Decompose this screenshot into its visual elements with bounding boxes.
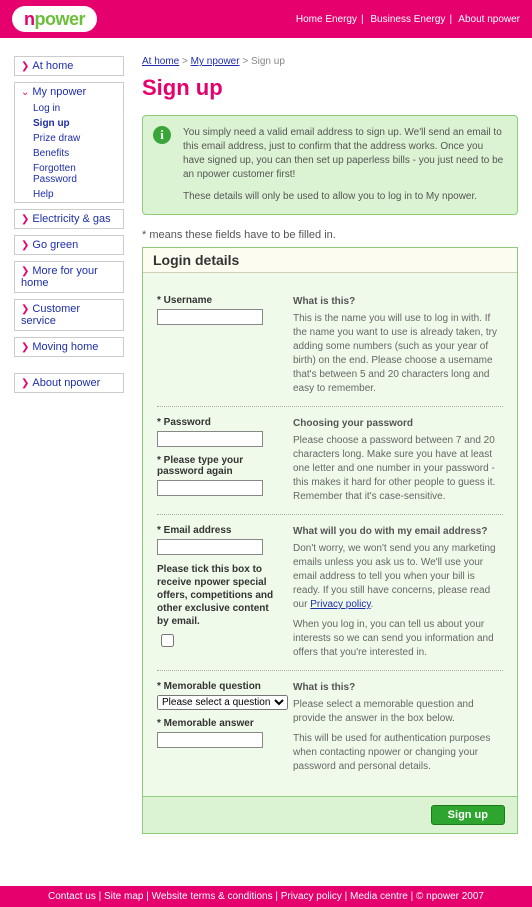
required-note: * means these fields have to be filled i… [142, 229, 518, 241]
question-select[interactable]: Please select a question [157, 695, 288, 710]
info-box: i You simply need a valid email address … [142, 115, 518, 215]
help-password-body: Please choose a password between 7 and 2… [293, 435, 495, 502]
sidebar-sub-help[interactable]: Help [15, 187, 123, 202]
footer-contact[interactable]: Contact us [48, 891, 96, 902]
sidebar-sub-forgot[interactable]: Forgotten Password [15, 161, 123, 187]
sidebar: ❯At home ⌄My npower Log in Sign up Prize… [14, 56, 124, 834]
chevron-icon: ❯ [21, 342, 29, 353]
chevron-icon: ❯ [21, 214, 29, 225]
footer-privacy[interactable]: Privacy policy [281, 891, 342, 902]
nav-business-energy[interactable]: Business Energy [370, 14, 445, 25]
chevron-icon: ❯ [21, 266, 29, 277]
sidebar-item-athome[interactable]: ❯At home [15, 57, 123, 75]
sidebar-item-gogreen[interactable]: ❯Go green [15, 236, 123, 254]
footer-terms[interactable]: Website terms & conditions [152, 891, 273, 902]
signup-button[interactable]: Sign up [431, 805, 505, 825]
chevron-icon: ❯ [21, 378, 29, 389]
nav-home-energy[interactable]: Home Energy [296, 14, 357, 25]
sidebar-sub-prize[interactable]: Prize draw [15, 131, 123, 146]
password-input[interactable] [157, 431, 263, 447]
sidebar-sub-signup[interactable]: Sign up [15, 116, 123, 131]
sidebar-sub-login[interactable]: Log in [15, 101, 123, 116]
chevron-down-icon: ⌄ [21, 87, 29, 98]
sidebar-item-mynpower[interactable]: ⌄My npower [15, 83, 123, 101]
main: At home > My npower > Sign up Sign up i … [142, 56, 518, 834]
sidebar-item-customer[interactable]: ❯Customer service [15, 300, 123, 330]
privacy-link[interactable]: Privacy policy [310, 599, 370, 610]
nav-about[interactable]: About npower [458, 14, 520, 25]
help-email-body2: When you log in, you can tell us about y… [293, 619, 494, 658]
sidebar-item-about[interactable]: ❯About npower [15, 374, 123, 392]
crumb-current: Sign up [251, 56, 285, 67]
info-text-1: You simply need a valid email address to… [183, 126, 507, 182]
page-title: Sign up [142, 75, 518, 101]
password2-input[interactable] [157, 480, 263, 496]
footer-copyright: © npower 2007 [416, 891, 484, 902]
footer-sitemap[interactable]: Site map [104, 891, 143, 902]
footer: Contact us | Site map | Website terms & … [0, 886, 532, 907]
sidebar-item-moving[interactable]: ❯Moving home [15, 338, 123, 356]
info-icon: i [153, 126, 171, 144]
crumb-home[interactable]: At home [142, 56, 179, 67]
top-nav: Home Energy| Business Energy| About npow… [296, 14, 520, 25]
help-username-title: What is this? [293, 295, 503, 309]
help-username-body: This is the name you will use to log in … [293, 313, 497, 394]
chevron-icon: ❯ [21, 304, 29, 315]
sidebar-item-electricity[interactable]: ❯Electricity & gas [15, 210, 123, 228]
chevron-icon: ❯ [21, 61, 29, 72]
section-title: Login details [143, 248, 517, 273]
label-answer: * Memorable answer [157, 718, 277, 729]
form-box: Login details * Username What is this? T… [142, 247, 518, 834]
help-password-title: Choosing your password [293, 417, 503, 431]
breadcrumb: At home > My npower > Sign up [142, 56, 518, 67]
help-question-title: What is this? [293, 681, 503, 695]
chevron-icon: ❯ [21, 240, 29, 251]
answer-input[interactable] [157, 732, 263, 748]
top-bar: npower Home Energy| Business Energy| Abo… [0, 0, 532, 38]
sidebar-item-more[interactable]: ❯More for your home [15, 262, 123, 292]
help-email-title: What will you do with my email address? [293, 525, 503, 539]
logo[interactable]: npower [12, 6, 97, 32]
crumb-my[interactable]: My npower [191, 56, 240, 67]
username-input[interactable] [157, 309, 263, 325]
info-text-2: These details will only be used to allow… [183, 190, 507, 204]
help-question-body1: Please select a memorable question and p… [293, 699, 474, 724]
label-email: * Email address [157, 525, 277, 536]
label-username: * Username [157, 295, 277, 306]
label-password: * Password [157, 417, 277, 428]
help-question-body2: This will be used for authentication pur… [293, 733, 490, 772]
label-question: * Memorable question [157, 681, 277, 692]
sidebar-sub-benefits[interactable]: Benefits [15, 146, 123, 161]
label-offers: Please tick this box to receive npower s… [157, 563, 277, 628]
offers-checkbox[interactable] [161, 634, 174, 647]
footer-media[interactable]: Media centre [350, 891, 408, 902]
email-input[interactable] [157, 539, 263, 555]
label-password2: * Please type your password again [157, 455, 277, 477]
